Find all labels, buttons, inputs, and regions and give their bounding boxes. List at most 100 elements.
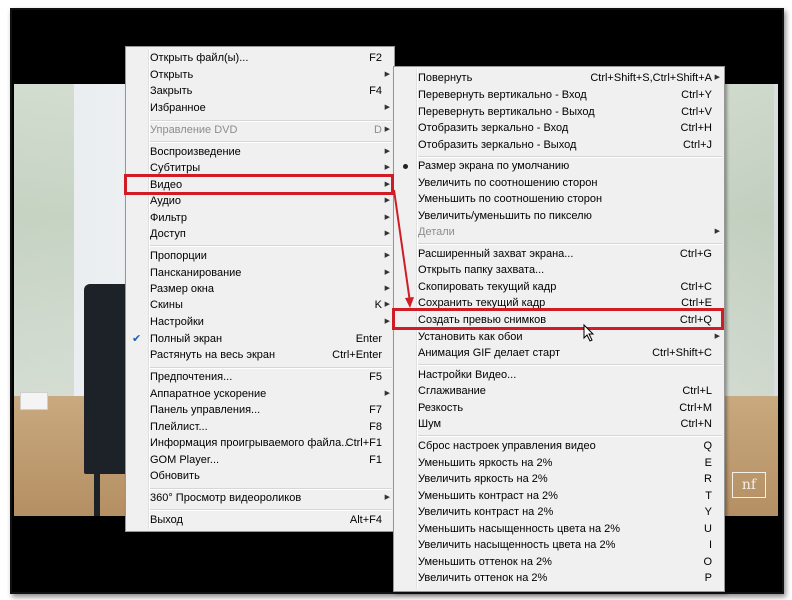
menu-item-polnyy-ekran[interactable]: ✔ Полный экран Enter: [128, 331, 392, 347]
menu-item-label: Увеличить/уменьшить по пикселю: [418, 210, 592, 222]
menu-item-izbrannoe[interactable]: Избранное ▶: [128, 100, 392, 116]
menu-item-umenshit-kontrast-na-2[interactable]: Уменьшить контраст на 2% T: [396, 488, 722, 504]
menu-item-label: Избранное: [150, 102, 206, 114]
menu-item-perevernut-vertikalno-vyhod[interactable]: Перевернуть вертикально - Выход Ctrl+V: [396, 104, 722, 120]
menu-item-label: Обновить: [150, 470, 200, 482]
menu-item-detali: Детали ▶: [396, 224, 722, 240]
menu-item-label: Аппаратное ускорение: [150, 388, 267, 400]
menu-item-label: Размер окна: [150, 283, 214, 295]
menu-item-label: Фильтр: [150, 212, 187, 224]
menu-item-label: Перевернуть вертикально - Выход: [418, 106, 595, 118]
menu-item-otkryt[interactable]: Открыть ▶: [128, 67, 392, 83]
menu-item-otkryt-fayl-y[interactable]: Открыть файл(ы)... F2: [128, 50, 392, 66]
menu-item-label: Увеличить яркость на 2%: [418, 473, 548, 485]
menu-item-uvelichit-umenshit-po-pikselyu[interactable]: Увеличить/уменьшить по пикселю: [396, 208, 722, 224]
menu-item-apparatnoe-uskorenie[interactable]: Аппаратное ускорение ▶: [128, 386, 392, 402]
video-outlet: [20, 392, 48, 410]
menu-item-dostup[interactable]: Доступ ▶: [128, 226, 392, 242]
menu-item-umenshit-yarkost-na-2[interactable]: Уменьшить яркость на 2% E: [396, 455, 722, 471]
menu-item-vyhod[interactable]: Выход Alt+F4: [128, 512, 392, 528]
menu-item-otobrazit-zerkalno-vhod[interactable]: Отобразить зеркально - Вход Ctrl+H: [396, 120, 722, 136]
menu-item-uvelichit-nasyschennost-cveta-na-2[interactable]: Увеличить насыщенность цвета на 2% I: [396, 537, 722, 553]
menu-item-otkryt-papku-zahvata[interactable]: Открыть папку захвата...: [396, 262, 722, 278]
menu-separator: [418, 243, 722, 245]
menu-item-360-prosmotr-videorolikov[interactable]: 360° Просмотр видеороликов ▶: [128, 490, 392, 506]
menu-item-label: GOM Player...: [150, 454, 220, 466]
menu-item-label: Сглаживание: [418, 385, 486, 397]
menu-item-label: Уменьшить яркость на 2%: [418, 457, 553, 469]
menu-item-umenshit-po-sootnosheniyu-storon[interactable]: Уменьшить по соотношению сторон: [396, 191, 722, 207]
menu-item-shortcut: U: [704, 523, 712, 535]
menu-item-audio[interactable]: Аудио ▶: [128, 193, 392, 209]
menu-item-proporcii[interactable]: Пропорции ▶: [128, 248, 392, 264]
menu-item-label: Уменьшить контраст на 2%: [418, 490, 558, 502]
submenu-arrow-icon: ▶: [714, 333, 720, 340]
menu-item-subtitry[interactable]: Субтитры ▶: [128, 160, 392, 176]
menu-item-informaciya-proigryvaemogo-fayla[interactable]: Информация проигрываемого файла... Ctrl+F…: [128, 435, 392, 451]
menu-item-povernut[interactable]: Повернуть Ctrl+Shift+S,Ctrl+Shift+A ▶: [396, 70, 722, 86]
menu-item-pleylist[interactable]: Плейлист... F8: [128, 419, 392, 435]
menu-item-shortcut: Enter: [355, 333, 382, 345]
menu-item-panskan-irovanie[interactable]: Панскан­ирование ▶: [128, 265, 392, 281]
menu-item-panel-upravleniya[interactable]: Панель управления... F7: [128, 402, 392, 418]
menu-item-shortcut: P: [704, 572, 712, 584]
submenu-arrow-icon: ▶: [384, 390, 390, 397]
menu-item-uvelichit-ottenok-na-2[interactable]: Увеличить оттенок на 2% P: [396, 570, 722, 586]
submenu-arrow-icon: ▶: [384, 104, 390, 111]
menu-item-label: Полный экран: [150, 333, 223, 345]
menu-item-nastroyki-video[interactable]: Настройки Видео...: [396, 367, 722, 383]
submenu-arrow-icon: ▶: [384, 269, 390, 276]
menu-item-label: Доступ: [150, 228, 186, 240]
menu-item-skopirovat-tekuschiy-kadr[interactable]: Скопировать текущий кадр Ctrl+C: [396, 279, 722, 295]
menu-item-perevernut-vertikalno-vhod[interactable]: Перевернуть вертикально - Вход Ctrl+Y: [396, 87, 722, 103]
menu-item-uvelichit-yarkost-na-2[interactable]: Увеличить яркость на 2% R: [396, 471, 722, 487]
menu-item-rezkost[interactable]: Резкость Ctrl+M: [396, 400, 722, 416]
menu-item-shortcut: I: [708, 539, 712, 551]
menu-item-shortcut: T: [705, 490, 712, 502]
menu-item-predpochteniya[interactable]: Предпочтения... F5: [128, 369, 392, 385]
menu-item-label: Отобразить зеркально - Вход: [418, 122, 569, 134]
menu-item-obnovit[interactable]: Обновить: [128, 468, 392, 484]
menu-item-sozdat-prevyu-snimkov[interactable]: Создать превью снимков Ctrl+Q: [396, 312, 722, 328]
menu-item-ustanovit-kak-oboi[interactable]: Установить как обои ▶: [396, 329, 722, 345]
submenu-arrow-icon: ▶: [384, 148, 390, 155]
menu-item-rastyanut-na-ves-ekran[interactable]: Растянуть на весь экран Ctrl+Enter: [128, 347, 392, 363]
menu-item-animaciya-gif-delaet-start[interactable]: Анимация GIF делает старт Ctrl+Shift+C: [396, 345, 722, 361]
menu-item-shortcut: Ctrl+F1: [345, 437, 382, 449]
menu-item-zakryt[interactable]: Закрыть F4: [128, 83, 392, 99]
menu-item-label: Уменьшить оттенок на 2%: [418, 556, 552, 568]
menu-item-label: Перевернуть вертикально - Вход: [418, 89, 587, 101]
menu-item-gom-player[interactable]: GOM Player... F1: [128, 452, 392, 468]
menu-item-shortcut: Ctrl+V: [681, 106, 712, 118]
menu-item-label: Субтитры: [150, 162, 201, 174]
main-context-menu[interactable]: Открыть файл(ы)... F2 Открыть ▶ Закрыть F4 Изб…: [125, 46, 395, 532]
menu-item-label: Увеличить по соотношению сторон: [418, 177, 598, 189]
menu-item-skiny[interactable]: Скины K ▶: [128, 297, 392, 313]
menu-item-uvelichit-po-sootnosheniyu-storon[interactable]: Увеличить по соотношению сторон: [396, 175, 722, 191]
menu-item-vosproizvedenie[interactable]: Воспроизведение ▶: [128, 144, 392, 160]
menu-item-razmer-ekrana-po-umolchaniyu[interactable]: Размер экрана по умолчанию: [396, 158, 722, 174]
menu-item-label: Выход: [150, 514, 183, 526]
menu-item-umenshit-nasyschennost-cveta-na-2[interactable]: Уменьшить насыщенность цвета на 2% U: [396, 521, 722, 537]
submenu-arrow-icon: ▶: [714, 228, 720, 235]
menu-item-label: Скины: [150, 299, 183, 311]
menu-item-shum[interactable]: Шум Ctrl+N: [396, 416, 722, 432]
menu-item-sohranit-tekuschiy-kadr[interactable]: Сохранить текущий кадр Ctrl+E: [396, 295, 722, 311]
menu-item-razmer-okna[interactable]: Размер окна ▶: [128, 281, 392, 297]
menu-item-sbros-nastroek-upravleniya-video[interactable]: Сброс настроек управления видео Q: [396, 438, 722, 454]
menu-item-umenshit-ottenok-na-2[interactable]: Уменьшить оттенок на 2% O: [396, 554, 722, 570]
menu-item-video[interactable]: Видео ▶: [128, 177, 392, 193]
menu-item-filtr[interactable]: Фильтр ▶: [128, 210, 392, 226]
menu-item-label: Создать превью снимков: [418, 314, 547, 326]
menu-item-shortcut: D: [374, 124, 382, 136]
radio-dot-icon: [403, 164, 408, 169]
menu-item-otobrazit-zerkalno-vyhod[interactable]: Отобразить зеркально - Выход Ctrl+J: [396, 137, 722, 153]
video-logo: nf: [732, 472, 766, 498]
menu-item-nastroyki[interactable]: Настройки ▶: [128, 314, 392, 330]
menu-item-rasshirennyy-zahvat-ekrana[interactable]: Расширенный захват экрана... Ctrl+G: [396, 246, 722, 262]
menu-item-label: Шум: [418, 418, 442, 430]
video-submenu[interactable]: Повернуть Ctrl+Shift+S,Ctrl+Shift+A ▶ Перев…: [393, 66, 725, 592]
menu-item-label: Настройки Видео...: [418, 369, 517, 381]
menu-item-uvelichit-kontrast-na-2[interactable]: Увеличить контраст на 2% Y: [396, 504, 722, 520]
menu-item-sglazhivanie[interactable]: Сглаживание Ctrl+L: [396, 383, 722, 399]
